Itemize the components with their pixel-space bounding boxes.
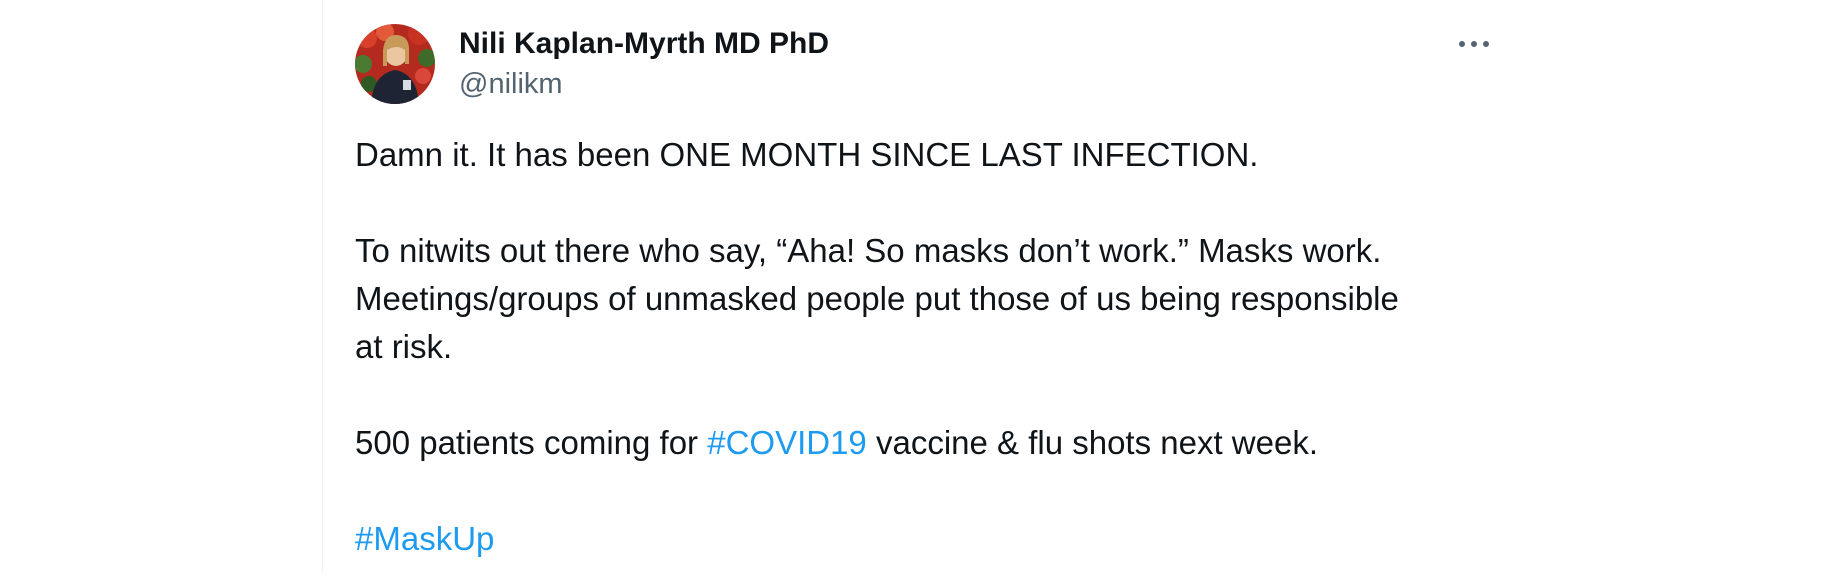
tweet-line: 500 patients coming for #COVID19 vaccine… xyxy=(355,419,1318,467)
more-horizontal-icon xyxy=(1459,41,1489,47)
tweet-text-segment: 500 patients coming for xyxy=(355,424,708,461)
author-handle[interactable]: @nilikm xyxy=(459,64,563,104)
tweet-line: Meetings/groups of unmasked people put t… xyxy=(355,280,1399,317)
tweet-line: Damn it. It has been ONE MONTH SINCE LAS… xyxy=(355,136,1259,173)
tweet-line: To nitwits out there who say, “Aha! So m… xyxy=(355,232,1382,269)
timeline-divider xyxy=(322,0,323,574)
author-display-name[interactable]: Nili Kaplan-Myrth MD PhD xyxy=(459,24,829,64)
hashtag-covid19-link[interactable]: #COVID19 xyxy=(707,424,867,461)
more-options-button[interactable] xyxy=(1454,28,1494,60)
hashtag-maskup-link[interactable]: #MaskUp xyxy=(355,520,494,557)
avatar[interactable] xyxy=(355,24,435,104)
profile-photo-icon xyxy=(355,24,435,104)
tweet-line: at risk. xyxy=(355,328,453,365)
tweet-line: #MaskUp xyxy=(355,515,494,563)
tweet-text-segment: vaccine & flu shots next week. xyxy=(866,424,1319,461)
